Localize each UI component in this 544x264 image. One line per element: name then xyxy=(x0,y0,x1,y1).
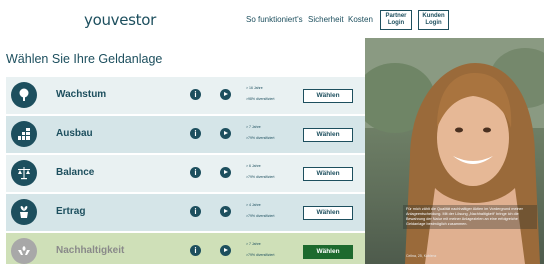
row-name: Ertrag xyxy=(56,206,86,217)
kunden-login-label-line2: Login xyxy=(425,20,442,26)
youvestor-logo[interactable]: youvestor xyxy=(84,11,156,29)
row-name: Ausbau xyxy=(56,128,93,139)
info-icon[interactable]: i xyxy=(190,128,201,139)
partner-login-label-line1: Partner xyxy=(385,13,407,19)
choose-button-active[interactable]: Wählen xyxy=(303,245,353,259)
row-meta-duration: > 7 Jahre xyxy=(246,242,261,246)
row-meta-diversification: >79% diversifiziert xyxy=(246,136,275,140)
nav-link-sicherheit[interactable]: Sicherheit xyxy=(308,15,344,24)
top-navigation-bar: youvestor So funktioniert's Sicherheit K… xyxy=(0,0,544,38)
partner-login-button[interactable]: Partner Login xyxy=(380,10,412,30)
kunden-login-button[interactable]: Kunden Login xyxy=(418,10,449,30)
scale-icon xyxy=(11,160,37,186)
play-video-icon[interactable] xyxy=(220,245,231,256)
row-meta-diversification: >79% diversifiziert xyxy=(246,175,275,179)
row-meta-diversification: >79% diversifiziert xyxy=(246,253,275,257)
testimonial-quote: Für mich zählt die Qualität nachhaltiger… xyxy=(403,205,537,229)
play-video-icon[interactable] xyxy=(220,206,231,217)
tree-icon xyxy=(11,82,37,108)
play-video-icon[interactable] xyxy=(220,167,231,178)
kunden-login-label-line1: Kunden xyxy=(422,13,445,19)
row-meta-duration: > 16 Jahre xyxy=(246,86,263,90)
info-icon[interactable]: i xyxy=(190,206,201,217)
partner-login-label-line2: Login xyxy=(387,20,405,26)
row-meta-duration: > 7 Jahre xyxy=(246,125,261,129)
choose-button[interactable]: Wählen xyxy=(303,206,353,220)
investment-row-balance[interactable]: Balance i > 6 Jahre >79% diversifiziert … xyxy=(6,155,365,192)
play-video-icon[interactable] xyxy=(220,89,231,100)
plant-pot-icon xyxy=(11,199,37,225)
testimonial-photo xyxy=(365,38,544,264)
choose-button[interactable]: Wählen xyxy=(303,128,353,142)
hands-leaf-icon xyxy=(11,238,37,264)
page-heading: Wählen Sie Ihre Geldanlage xyxy=(6,52,163,66)
bar-blocks-icon xyxy=(11,121,37,147)
investment-row-wachstum[interactable]: Wachstum i > 16 Jahre >98% diversifizier… xyxy=(6,77,365,114)
row-meta-diversification: >79% diversifiziert xyxy=(246,214,275,218)
row-meta-diversification: >98% diversifiziert xyxy=(246,97,275,101)
nav-link-kosten[interactable]: Kosten xyxy=(348,15,373,24)
info-icon[interactable]: i xyxy=(190,245,201,256)
investment-row-ausbau[interactable]: Ausbau i > 7 Jahre >79% diversifiziert W… xyxy=(6,116,365,153)
choose-button[interactable]: Wählen xyxy=(303,89,353,103)
investment-row-nachhaltigkeit[interactable]: Nachhaltigkeit i > 7 Jahre >79% diversif… xyxy=(6,233,365,264)
row-name: Balance xyxy=(56,167,95,178)
row-meta-duration: > 6 Jahre xyxy=(246,164,261,168)
nav-link-so-funktionierts[interactable]: So funktioniert's xyxy=(246,15,303,24)
row-meta-duration: > 4 Jahre xyxy=(246,203,261,207)
choose-button[interactable]: Wählen xyxy=(303,167,353,181)
info-icon[interactable]: i xyxy=(190,167,201,178)
info-icon[interactable]: i xyxy=(190,89,201,100)
row-name: Wachstum xyxy=(56,89,107,100)
woman-portrait-illustration xyxy=(365,38,544,264)
row-name: Nachhaltigkeit xyxy=(56,245,125,256)
play-video-icon[interactable] xyxy=(220,128,231,139)
testimonial-author: Celina, 25, Koblenz xyxy=(406,254,437,258)
investment-row-ertrag[interactable]: Ertrag i > 4 Jahre >79% diversifiziert W… xyxy=(6,194,365,231)
